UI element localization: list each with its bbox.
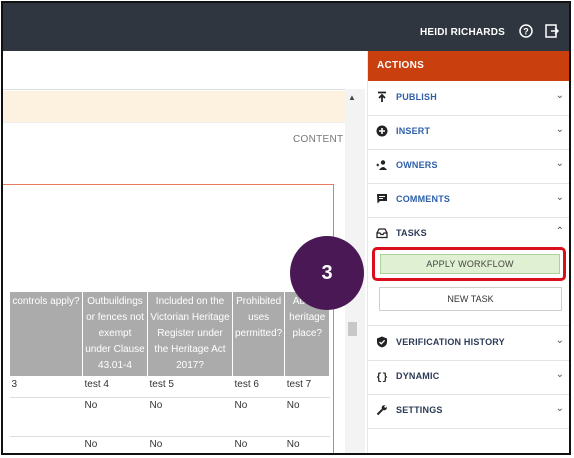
table-row: 3 test 4 test 5 test 6 test 7 <box>9 376 330 398</box>
editor-toolbar <box>3 51 365 90</box>
section-label: SETTINGS <box>396 405 443 415</box>
table-cell[interactable]: No <box>284 397 330 437</box>
table-cell[interactable]: No <box>232 397 285 437</box>
actions-header: ACTIONS <box>368 51 569 81</box>
section-label: PUBLISH <box>396 92 437 102</box>
table-cell[interactable]: test 7 <box>284 376 330 398</box>
table-cell[interactable]: test 4 <box>82 376 148 398</box>
table-cell[interactable]: No <box>147 436 233 453</box>
column-header: Included on the Victorian Heritage Regis… <box>147 291 233 377</box>
logout-icon[interactable] <box>545 24 559 38</box>
chevron-down-icon: ⌄ <box>555 124 564 135</box>
actions-panel: ACTIONS PUBLISH ⌄ INSERT ⌄ OWNERS ⌄ COMM… <box>367 51 569 453</box>
section-comments[interactable]: COMMENTS ⌄ <box>368 183 569 218</box>
shield-icon <box>377 336 387 348</box>
svg-text:{}: {} <box>376 372 388 382</box>
top-bar: HEIDI RICHARDS ? <box>3 3 569 51</box>
scrollbar-thumb[interactable] <box>348 322 357 336</box>
chevron-down-icon: ⌄ <box>555 335 564 346</box>
apply-workflow-button[interactable]: APPLY WORKFLOW <box>380 254 560 274</box>
chevron-down-icon: ⌄ <box>555 403 564 414</box>
table-cell[interactable]: No <box>232 436 285 453</box>
chevron-down-icon: ⌄ <box>555 192 564 203</box>
help-icon[interactable]: ? <box>519 24 533 38</box>
apply-workflow-highlight: APPLY WORKFLOW <box>372 247 566 281</box>
step-callout-badge: 3 <box>290 236 364 310</box>
chevron-down-icon: ⌄ <box>555 158 564 169</box>
scroll-up-icon[interactable]: ▲ <box>348 93 356 102</box>
owners-icon <box>376 160 387 170</box>
table-cell[interactable]: No <box>82 397 148 437</box>
table-cell[interactable]: No <box>82 436 148 453</box>
table-row: No No No No <box>9 397 330 437</box>
section-dynamic[interactable]: {} DYNAMIC ⌄ <box>368 360 569 395</box>
section-label: VERIFICATION HISTORY <box>396 337 505 347</box>
table-cell[interactable]: No <box>284 436 330 453</box>
section-label: TASKS <box>396 228 427 238</box>
app-frame: HEIDI RICHARDS ? ▲ CONTENT controls appl… <box>1 1 571 455</box>
section-insert[interactable]: INSERT ⌄ <box>368 115 569 150</box>
table-cell[interactable]: test 5 <box>147 376 233 398</box>
section-label: OWNERS <box>396 160 438 170</box>
new-task-button[interactable]: NEW TASK <box>379 287 562 311</box>
plus-circle-icon <box>376 125 388 137</box>
column-header: Outbuildings or fences not exempt under … <box>82 291 148 377</box>
table-cell[interactable] <box>9 397 83 437</box>
comment-icon <box>377 194 387 204</box>
section-tasks[interactable]: TASKS ⌃ <box>368 217 569 251</box>
actions-title: ACTIONS <box>377 60 425 71</box>
column-header: controls apply? <box>9 291 83 377</box>
section-publish[interactable]: PUBLISH ⌄ <box>368 81 569 116</box>
table-cell[interactable]: test 6 <box>232 376 285 398</box>
table-row: No No No No <box>9 436 330 453</box>
inbox-icon <box>376 228 388 239</box>
content-label[interactable]: CONTENT <box>293 134 343 145</box>
section-label: DYNAMIC <box>396 371 440 381</box>
table-cell[interactable]: 3 <box>9 376 83 398</box>
notice-banner <box>3 91 345 123</box>
section-settings[interactable]: SETTINGS ⌄ <box>368 394 569 429</box>
chevron-up-icon: ⌃ <box>555 226 564 237</box>
section-verification-history[interactable]: VERIFICATION HISTORY ⌄ <box>368 325 569 361</box>
table-cell[interactable]: No <box>147 397 233 437</box>
column-header: Prohibited uses permitted? <box>231 291 286 377</box>
svg-text:?: ? <box>523 27 529 37</box>
publish-icon <box>378 91 386 102</box>
table-cell[interactable] <box>9 436 83 453</box>
braces-icon: {} <box>376 372 388 382</box>
wrench-icon <box>376 405 387 416</box>
chevron-down-icon: ⌄ <box>555 90 564 101</box>
section-label: INSERT <box>396 126 431 136</box>
user-name[interactable]: HEIDI RICHARDS <box>420 27 505 38</box>
chevron-down-icon: ⌄ <box>555 369 564 380</box>
data-table: controls apply? Outbuildings or fences n… <box>9 291 331 453</box>
section-label: COMMENTS <box>396 194 451 204</box>
section-owners[interactable]: OWNERS ⌄ <box>368 149 569 184</box>
